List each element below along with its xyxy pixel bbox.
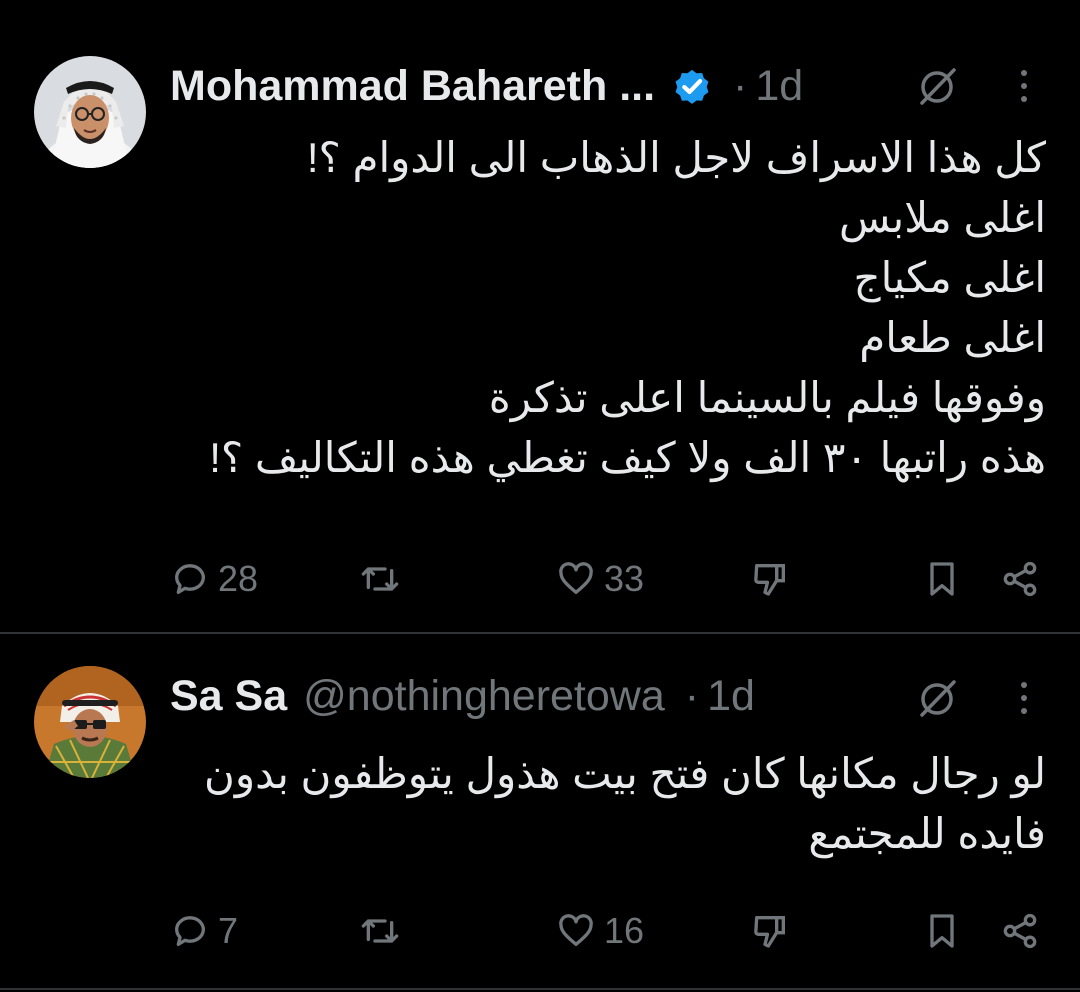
retweet-button[interactable] [360, 554, 408, 604]
heart-icon [559, 562, 593, 594]
separator-dot: · [733, 61, 748, 110]
tweet-text-line: اغلى ملابس [838, 194, 1046, 241]
downvote-button[interactable] [750, 906, 790, 956]
more-vertical-icon[interactable] [1017, 679, 1031, 719]
downvote-icon [754, 564, 785, 596]
reply-count: 28 [218, 558, 259, 599]
bookmark-button[interactable] [922, 906, 962, 956]
reply-count: 7 [218, 910, 239, 951]
tweet[interactable]: Mohammad Bahareth ... · 1d كل هذا الاسرا… [0, 0, 1080, 632]
heart-icon [559, 914, 593, 946]
bookmark-icon [930, 562, 954, 596]
slashed-circle-icon[interactable] [916, 676, 960, 720]
like-button[interactable]: 33 [556, 554, 644, 604]
tweet[interactable]: Sa Sa @nothingheretowa · 1d لو رجال مكان… [0, 634, 1080, 990]
tweet-text: لو رجال مكانها كان فتح بيت هذول يتوظفون … [170, 744, 1046, 864]
like-button[interactable]: 16 [556, 906, 644, 956]
like-count: 33 [604, 558, 645, 599]
tweet-text-line: اغلى مكياج [853, 254, 1047, 301]
tweet-header: Mohammad Bahareth ... · 1d [170, 56, 920, 116]
like-count: 16 [604, 910, 645, 951]
share-button[interactable] [1000, 906, 1040, 956]
tweet-header: Sa Sa @nothingheretowa · 1d [170, 666, 920, 726]
tweet-text-line: اغلى طعام [859, 314, 1046, 361]
downvote-button[interactable] [750, 554, 790, 604]
tweet-text-line: وفوقها فيلم بالسينما اعلى تذكرة [488, 374, 1046, 421]
reply-button[interactable]: 7 [170, 906, 238, 956]
share-icon [1003, 913, 1037, 949]
timestamp[interactable]: 1d [707, 672, 755, 721]
timestamp[interactable]: 1d [755, 62, 803, 111]
reply-button[interactable]: 28 [170, 554, 258, 604]
more-vertical-icon[interactable] [1017, 67, 1031, 107]
avatar[interactable] [34, 666, 146, 778]
separator-dot: · [684, 671, 700, 720]
avatar[interactable] [34, 56, 146, 168]
tweet-text-line: لو رجال مكانها كان فتح بيت هذول يتوظفون … [204, 750, 1046, 797]
share-icon [1003, 561, 1037, 597]
retweet-icon [361, 567, 399, 591]
user-handle[interactable]: @nothingheretowa [303, 672, 665, 721]
display-name[interactable]: Mohammad Bahareth ... [170, 62, 655, 111]
tweet-text-line: فايده للمجتمع [808, 810, 1046, 857]
retweet-button[interactable] [360, 906, 408, 956]
tweet-text: كل هذا الاسراف لاجل الذهاب الى الدوام ؟!… [170, 128, 1046, 488]
verified-badge-icon [675, 69, 709, 104]
tweet-text-line: هذه راتبها ٣٠ الف ولا كيف تغطي هذه التكا… [209, 434, 1046, 481]
divider [0, 988, 1080, 990]
reply-icon [175, 564, 205, 594]
slashed-circle-icon[interactable] [916, 64, 960, 108]
reply-icon [175, 916, 205, 946]
bookmark-icon [930, 914, 954, 948]
display-name[interactable]: Sa Sa [170, 672, 287, 721]
share-button[interactable] [1000, 554, 1040, 604]
tweet-text-line: كل هذا الاسراف لاجل الذهاب الى الدوام ؟! [306, 134, 1046, 181]
retweet-icon [361, 919, 399, 943]
bookmark-button[interactable] [922, 554, 962, 604]
downvote-icon [754, 916, 785, 948]
